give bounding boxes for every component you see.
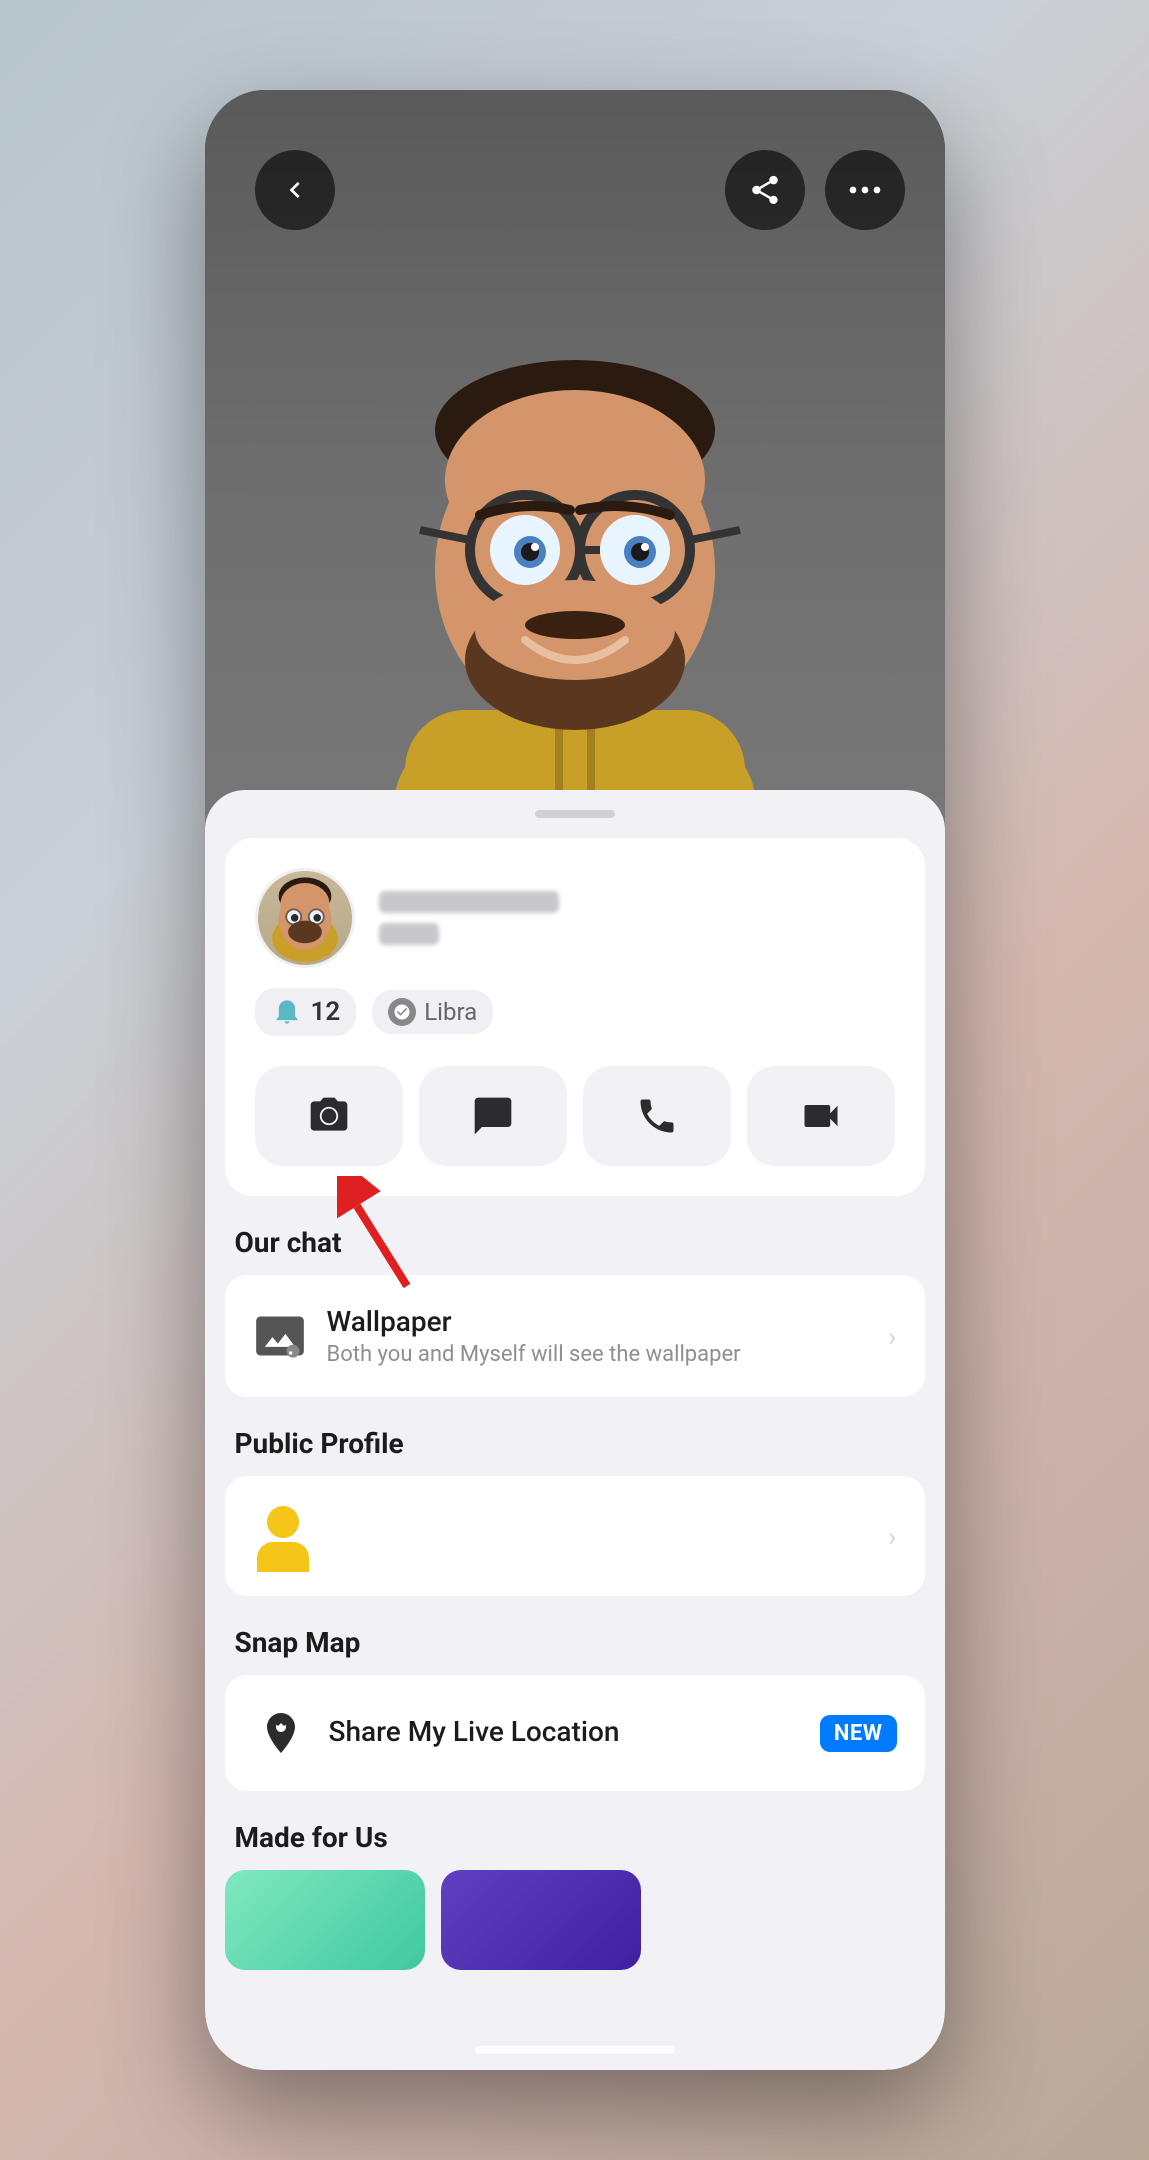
zodiac-badge[interactable]: Libra <box>372 990 493 1034</box>
wallpaper-icon <box>253 1309 307 1363</box>
public-profile-section: Public Profile › <box>205 1397 945 1596</box>
phone-button[interactable] <box>583 1066 731 1166</box>
chat-button[interactable] <box>419 1066 567 1166</box>
profile-card: 12 Libra <box>225 838 925 1196</box>
more-button[interactable] <box>825 150 905 230</box>
avatar-header <box>205 90 945 850</box>
yellow-head <box>267 1506 299 1538</box>
new-badge: NEW <box>820 1715 897 1752</box>
camera-button[interactable] <box>255 1066 403 1166</box>
snap-score: 12 <box>311 997 341 1027</box>
zodiac-icon <box>388 998 416 1026</box>
public-profile-label: Public Profile <box>205 1397 945 1476</box>
action-buttons <box>255 1066 895 1166</box>
share-location-text: Share My Live Location <box>329 1715 800 1752</box>
red-arrow-annotation <box>337 1176 427 1300</box>
made-item-2[interactable] <box>441 1870 641 1970</box>
yellow-body <box>257 1542 309 1572</box>
username-blur <box>379 891 559 913</box>
zodiac-label: Libra <box>424 998 477 1026</box>
public-profile-card: › <box>225 1476 925 1596</box>
bottom-sheet: 12 Libra <box>205 790 945 2070</box>
public-profile-item[interactable]: › <box>225 1476 925 1596</box>
our-chat-card: Wallpaper Both you and Myself will see t… <box>225 1275 925 1397</box>
snap-map-section: Snap Map Share My Live Location NEW <box>205 1596 945 1791</box>
public-profile-icon <box>253 1506 313 1566</box>
snap-map-card: Share My Live Location NEW <box>225 1675 925 1791</box>
profile-name-area <box>379 891 895 945</box>
our-chat-label: Our chat <box>205 1196 945 1275</box>
wallpaper-item[interactable]: Wallpaper Both you and Myself will see t… <box>225 1275 925 1397</box>
handle-blur <box>379 923 439 945</box>
share-button[interactable] <box>725 150 805 230</box>
drag-handle <box>535 810 615 818</box>
share-location-title: Share My Live Location <box>329 1715 800 1748</box>
home-indicator <box>475 2046 675 2054</box>
snap-map-label: Snap Map <box>205 1596 945 1675</box>
made-for-us-section: Made for Us <box>205 1791 945 1970</box>
made-for-us-label: Made for Us <box>205 1791 945 1870</box>
ghost-icon <box>271 996 303 1028</box>
profile-avatar <box>255 868 355 968</box>
wallpaper-title: Wallpaper <box>327 1305 869 1338</box>
phone-frame: 12 Libra <box>205 90 945 2070</box>
avatar-3d <box>315 210 835 850</box>
wallpaper-text: Wallpaper Both you and Myself will see t… <box>327 1305 869 1367</box>
back-button[interactable] <box>255 150 335 230</box>
our-chat-section: Our chat Wallpaper Both you and Myself w… <box>205 1196 945 1397</box>
snap-score-badge[interactable]: 12 <box>255 988 357 1036</box>
wallpaper-subtitle: Both you and Myself will see the wallpap… <box>327 1342 869 1367</box>
public-profile-chevron: › <box>888 1520 896 1553</box>
made-items-row <box>205 1870 945 1970</box>
made-item-1[interactable] <box>225 1870 425 1970</box>
wallpaper-chevron: › <box>888 1320 896 1353</box>
location-icon <box>253 1705 309 1761</box>
share-location-item[interactable]: Share My Live Location NEW <box>225 1675 925 1791</box>
video-button[interactable] <box>747 1066 895 1166</box>
badges-row: 12 Libra <box>255 988 895 1036</box>
